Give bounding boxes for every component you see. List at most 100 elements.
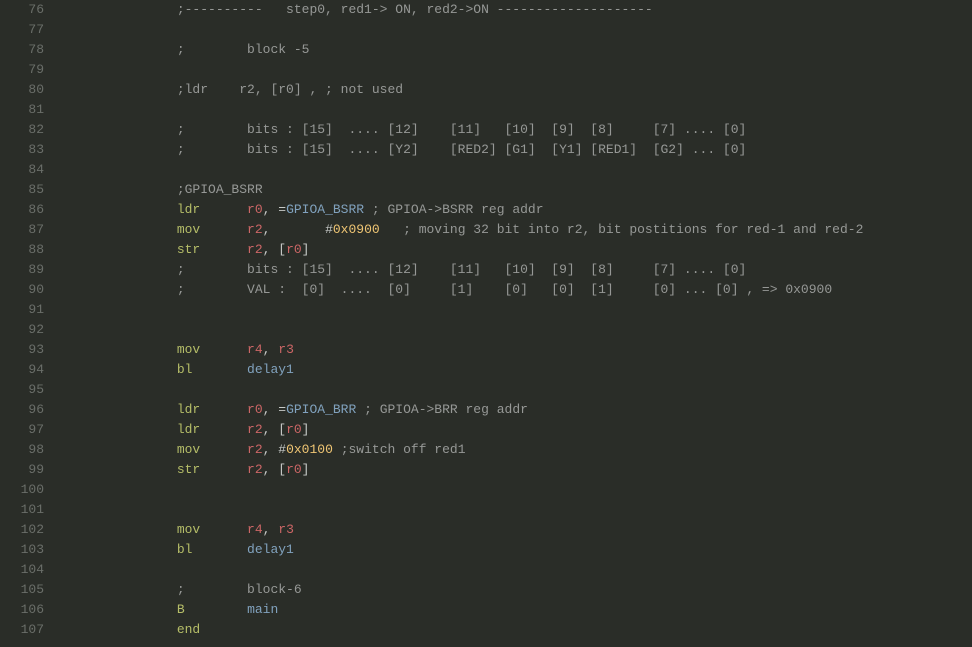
code-line[interactable] <box>52 60 972 80</box>
mnemonic-token: bl <box>177 362 193 377</box>
code-line[interactable]: end <box>52 620 972 640</box>
spacing <box>200 242 247 257</box>
punct-token: , # <box>263 442 286 457</box>
code-line[interactable]: bl delay1 <box>52 540 972 560</box>
indent <box>52 422 177 437</box>
punct-token: , [ <box>263 422 286 437</box>
code-line[interactable] <box>52 380 972 400</box>
comment-token: ; block -5 <box>177 42 310 57</box>
indent <box>52 82 177 97</box>
code-line[interactable]: ;---------- step0, red1-> ON, red2->ON -… <box>52 0 972 20</box>
comment-token: ;GPIOA_BSRR <box>177 182 263 197</box>
indent <box>52 542 177 557</box>
line-number: 80 <box>0 80 44 100</box>
line-number: 107 <box>0 620 44 640</box>
register-token: r2 <box>247 242 263 257</box>
indent <box>52 222 177 237</box>
indent <box>52 342 177 357</box>
register-token: r2 <box>247 422 263 437</box>
line-number: 83 <box>0 140 44 160</box>
indent <box>52 582 177 597</box>
code-line[interactable]: ; block -5 <box>52 40 972 60</box>
code-line[interactable]: mov r2, #0x0100 ;switch off red1 <box>52 440 972 460</box>
code-line[interactable] <box>52 480 972 500</box>
code-line[interactable]: ; bits : [15] .... [Y2] [RED2] [G1] [Y1]… <box>52 140 972 160</box>
comment-token: ; GPIOA->BRR reg addr <box>364 402 528 417</box>
code-line[interactable]: str r2, [r0] <box>52 240 972 260</box>
line-number: 104 <box>0 560 44 580</box>
indent <box>52 382 177 397</box>
code-line[interactable]: mov r4, r3 <box>52 340 972 360</box>
code-line[interactable] <box>52 20 972 40</box>
line-number: 79 <box>0 60 44 80</box>
code-line[interactable]: ; bits : [15] .... [12] [11] [10] [9] [8… <box>52 260 972 280</box>
indent <box>52 42 177 57</box>
line-number: 82 <box>0 120 44 140</box>
mnemonic-token: str <box>177 242 200 257</box>
spacing <box>200 222 247 237</box>
indent <box>52 622 177 637</box>
punct-token: , # <box>263 222 333 237</box>
comment-token: ;ldr r2, [r0] , ; not used <box>177 82 403 97</box>
code-area[interactable]: ;---------- step0, red1-> ON, red2->ON -… <box>52 0 972 647</box>
code-line[interactable]: ldr r0, =GPIOA_BSRR ; GPIOA->BSRR reg ad… <box>52 200 972 220</box>
label-token: GPIOA_BRR <box>286 402 356 417</box>
code-line[interactable]: ;ldr r2, [r0] , ; not used <box>52 80 972 100</box>
register-token: r0 <box>247 402 263 417</box>
line-number: 78 <box>0 40 44 60</box>
line-number: 93 <box>0 340 44 360</box>
code-line[interactable]: ; bits : [15] .... [12] [11] [10] [9] [8… <box>52 120 972 140</box>
spacing <box>364 202 372 217</box>
line-number: 106 <box>0 600 44 620</box>
code-line[interactable]: str r2, [r0] <box>52 460 972 480</box>
line-number: 98 <box>0 440 44 460</box>
indent <box>52 482 177 497</box>
mnemonic-token: B <box>177 602 185 617</box>
indent <box>52 462 177 477</box>
code-line[interactable]: ; block-6 <box>52 580 972 600</box>
spacing <box>185 602 247 617</box>
code-line[interactable] <box>52 300 972 320</box>
spacing <box>200 202 247 217</box>
indent <box>52 562 177 577</box>
spacing <box>200 402 247 417</box>
code-line[interactable]: ldr r0, =GPIOA_BRR ; GPIOA->BRR reg addr <box>52 400 972 420</box>
code-line[interactable] <box>52 560 972 580</box>
line-number: 99 <box>0 460 44 480</box>
code-line[interactable] <box>52 320 972 340</box>
mnemonic-token: mov <box>177 442 200 457</box>
comment-token: ;switch off red1 <box>341 442 466 457</box>
code-line[interactable]: ldr r2, [r0] <box>52 420 972 440</box>
mnemonic-token: bl <box>177 542 193 557</box>
comment-token: ; bits : [15] .... [Y2] [RED2] [G1] [Y1]… <box>177 142 747 157</box>
line-number: 90 <box>0 280 44 300</box>
mnemonic-token: ldr <box>177 422 200 437</box>
indent <box>52 262 177 277</box>
line-number: 102 <box>0 520 44 540</box>
code-line[interactable]: B main <box>52 600 972 620</box>
label-token: GPIOA_BSRR <box>286 202 364 217</box>
comment-token: ; VAL : [0] .... [0] [1] [0] [0] [1] [0]… <box>177 282 832 297</box>
indent <box>52 122 177 137</box>
line-number: 89 <box>0 260 44 280</box>
mnemonic-token: ldr <box>177 202 200 217</box>
indent <box>52 502 177 517</box>
spacing <box>200 622 247 637</box>
line-number: 87 <box>0 220 44 240</box>
code-line[interactable]: ; VAL : [0] .... [0] [1] [0] [0] [1] [0]… <box>52 280 972 300</box>
line-number: 77 <box>0 20 44 40</box>
line-number: 86 <box>0 200 44 220</box>
code-line[interactable]: mov r4, r3 <box>52 520 972 540</box>
code-line[interactable]: bl delay1 <box>52 360 972 380</box>
code-line[interactable]: ;GPIOA_BSRR <box>52 180 972 200</box>
code-line[interactable]: mov r2, #0x0900 ; moving 32 bit into r2,… <box>52 220 972 240</box>
punct-token: ] <box>302 462 310 477</box>
code-line[interactable] <box>52 160 972 180</box>
code-editor[interactable]: 7677787980818283848586878889909192939495… <box>0 0 972 647</box>
code-line[interactable] <box>52 100 972 120</box>
code-line[interactable] <box>52 500 972 520</box>
comment-token: ; block-6 <box>177 582 302 597</box>
spacing <box>380 222 403 237</box>
register-token: r0 <box>286 462 302 477</box>
punct-token: , = <box>263 202 286 217</box>
